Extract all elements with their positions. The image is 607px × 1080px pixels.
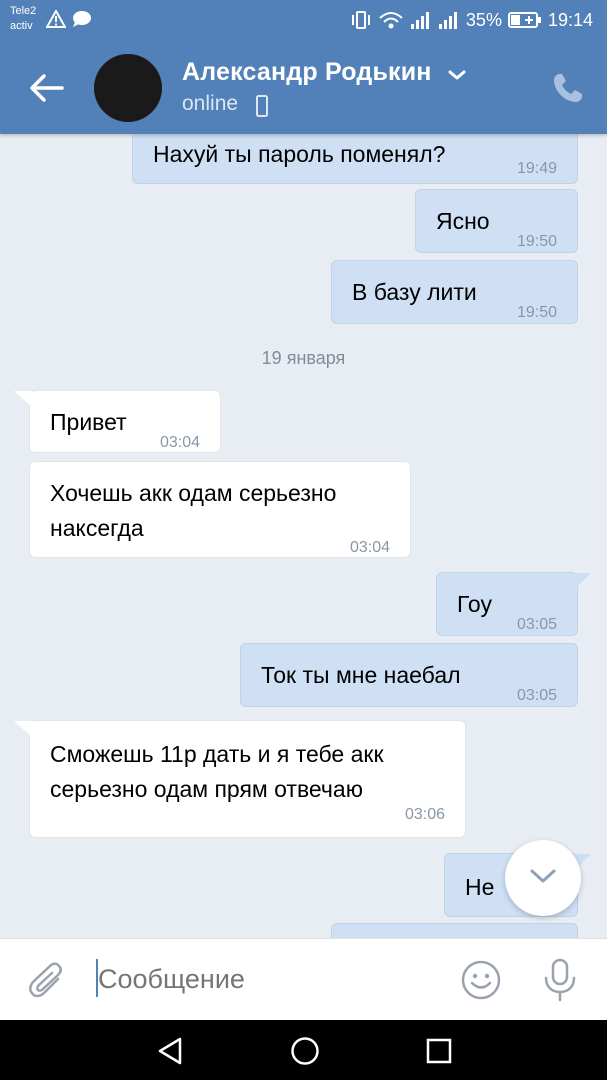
date-separator: 19 января [261,348,346,368]
bubble-tail [14,391,32,407]
nav-back-icon[interactable] [156,1036,184,1066]
message-text: Нахуй ты пароль поменял? [153,141,446,167]
message-time: 03:04 [349,539,390,556]
status-bar: Tele2 activ 35% 19:14 [0,0,607,40]
message-outgoing[interactable]: В базу лити 19:50 [331,260,578,324]
carrier-status: activ [10,20,33,32]
scroll-down-button[interactable] [505,840,581,916]
message-input[interactable] [98,959,438,999]
message-text-line: серьезно одам прям отвечаю [50,776,363,802]
chat-notification-icon [73,11,91,27]
back-arrow-icon[interactable] [26,70,66,106]
avatar[interactable] [94,54,162,122]
status-icons: 35% 19:14 [350,8,593,32]
message-text-line: Хочешь акк одам серьезно [50,480,337,506]
nav-recent-icon[interactable] [426,1038,452,1064]
message-text-line: Сможешь 11р дать и я тебе акк [50,741,384,767]
battery-percent: 35% [465,9,502,30]
nav-home-icon[interactable] [290,1036,320,1066]
message-time: 19:50 [516,233,557,250]
carrier: Tele2 activ [10,4,37,32]
chat-header: Александр Родькин online [0,40,607,134]
signal-icon-2 [438,12,457,29]
attach-icon[interactable] [28,961,66,1001]
message-time: 03:06 [404,806,445,823]
wifi-icon [379,12,403,29]
mic-icon[interactable] [540,957,580,1003]
message-outgoing[interactable] [331,923,578,938]
warning-icon [46,10,66,28]
signal-icon-1 [410,12,429,29]
bubble-tail [14,721,32,737]
composer [0,938,607,1021]
battery-icon [507,12,541,28]
online-status: online [182,92,239,115]
call-icon[interactable] [550,70,586,106]
chevron-down-icon[interactable] [447,68,467,82]
emoji-icon[interactable] [460,959,502,1001]
carrier-name: Tele2 [10,5,37,17]
scroll-down-icon [530,869,556,883]
message-outgoing[interactable]: Ясно 19:50 [415,189,578,253]
message-outgoing[interactable]: Гоу 03:05 [436,572,591,636]
message-time: 03:05 [516,687,557,704]
mobile-device-icon [256,95,268,117]
message-time: 03:05 [516,616,557,633]
system-nav-bar [0,1020,607,1080]
contact-name[interactable]: Александр Родькин [182,58,432,87]
message-incoming[interactable]: Хочешь акк одам серьезно наксегда 03:04 [29,461,411,558]
message-list[interactable]: Нахуй ты пароль поменял? 19:49 Ясно 19:5… [0,134,607,938]
message-time: 03:04 [159,434,200,451]
message-outgoing[interactable]: Ток ты мне наебал 03:05 [240,643,578,707]
vibrate-icon [351,11,370,29]
message-incoming[interactable]: Сможешь 11р дать и я тебе акк серьезно о… [14,720,466,838]
clock: 19:14 [547,9,593,30]
message-incoming[interactable]: Привет 03:04 [14,390,221,453]
message-outgoing[interactable]: Нахуй ты пароль поменял? 19:49 [132,134,578,184]
message-time: 19:49 [516,160,557,177]
bubble-tail [575,573,591,589]
message-time: 19:50 [516,304,557,321]
